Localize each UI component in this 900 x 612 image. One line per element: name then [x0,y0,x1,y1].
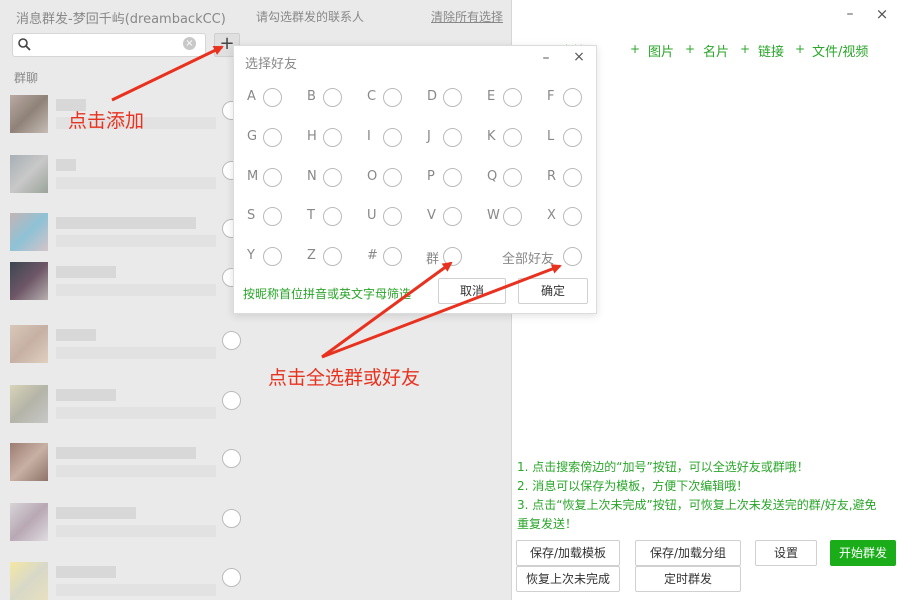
annotation-click-select-all: 点击全选群或好友 [268,367,421,389]
arrow-to-add-button [111,45,224,102]
arrow-to-all-friends-checkbox [321,264,562,359]
annotation-click-add: 点击添加 [68,110,145,132]
arrow-to-groups-checkbox [321,261,453,359]
annotation-arrows [111,45,562,359]
